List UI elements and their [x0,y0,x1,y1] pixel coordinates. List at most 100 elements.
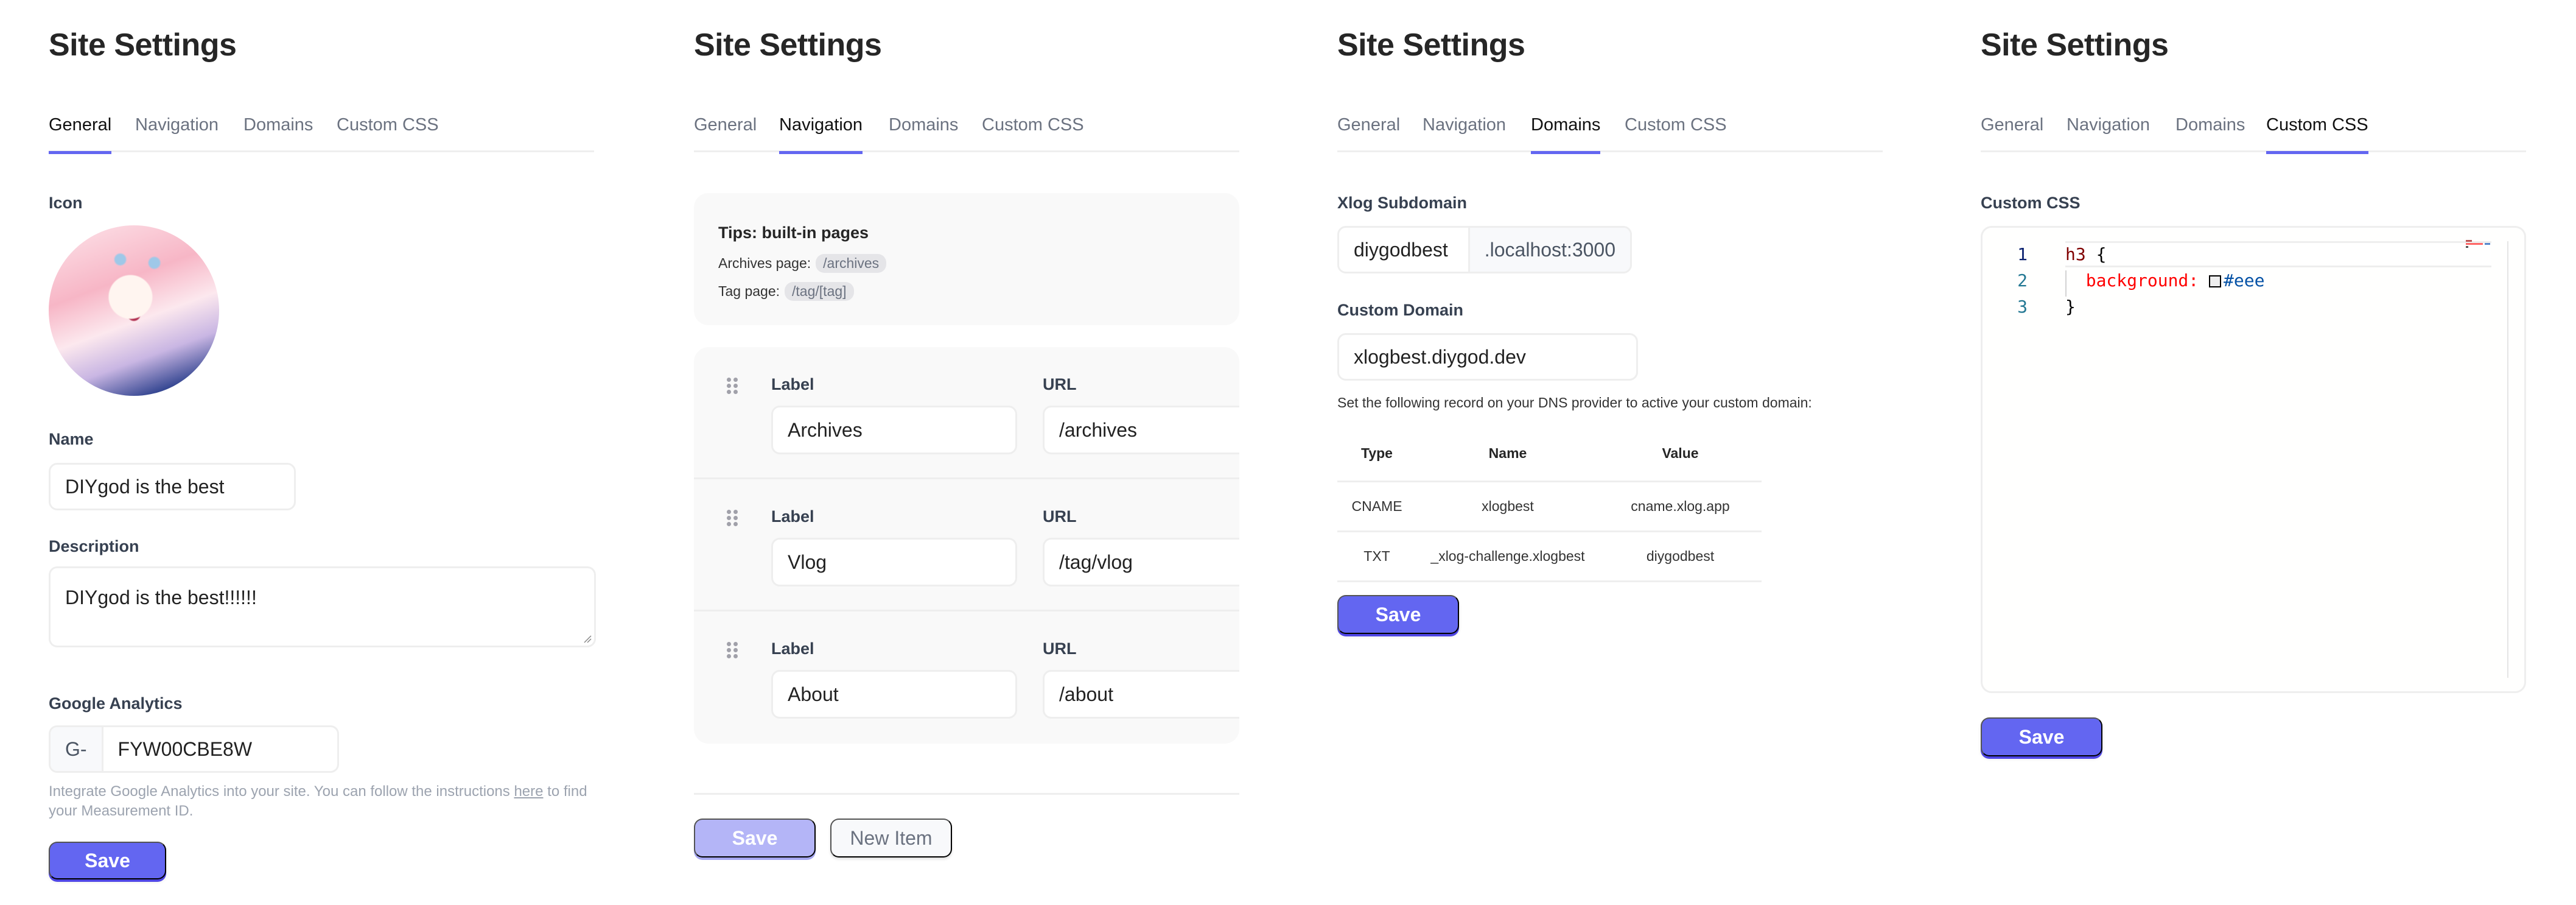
list-item: Label Vlog URL /tag/vlog [694,479,1239,611]
record-value: diygodbest [1599,531,1762,582]
editor-scrollbar[interactable] [2507,241,2524,678]
ga-instructions-link[interactable]: here [514,783,543,800]
tab-general[interactable]: General [49,110,112,154]
description-textarea[interactable]: DIYgod is the best!!!!!! [49,566,596,647]
ga-measurement-id-input[interactable]: FYW00CBE8W [103,727,267,771]
nav-url-input[interactable]: /tag/vlog [1043,538,1239,586]
css-value: #eee [2224,270,2265,291]
nav-url-input[interactable]: /about [1043,670,1239,719]
tab-navigation[interactable]: Navigation [1423,110,1506,152]
line-number: 1 [2017,244,2028,264]
page-title: Site Settings [1337,27,1525,63]
url-header: URL [1043,639,1077,658]
table-header-row: Type Name Value [1337,426,1762,482]
label-header: Label [771,375,814,393]
tab-navigation[interactable]: Navigation [135,110,219,152]
tab-custom-css[interactable]: Custom CSS [1625,110,1727,152]
css-code-editor[interactable]: 1 2 3 h3 { background: #eee } [1981,226,2526,693]
table-row: TXT _xlog-challenge.xlogbest diygodbest [1337,531,1762,582]
custom-domain-input[interactable]: xlogbest.diygod.dev [1337,333,1638,381]
tips-box: Tips: built-in pages Archives page: /arc… [694,193,1239,325]
save-button[interactable]: Save [1981,717,2102,756]
label-header: Label [771,639,814,658]
resize-grip-icon[interactable] [583,635,592,643]
settings-tabs: General Navigation Domains Custom CSS [694,110,1239,154]
icon-label: Icon [49,194,83,212]
ga-input-group: G- FYW00CBE8W [49,725,339,773]
url-header: URL [1043,375,1077,393]
tab-general[interactable]: General [1337,110,1400,152]
editor-minimap[interactable] [2466,240,2502,248]
url-header: URL [1043,507,1077,526]
tab-custom-css[interactable]: Custom CSS [337,110,439,152]
column-header-type: Type [1337,426,1416,482]
css-selector: h3 [2065,244,2086,264]
line-number: 3 [2017,297,2028,317]
line-numbers: 1 2 3 [1983,241,2049,320]
tab-custom-css[interactable]: Custom CSS [982,110,1084,152]
open-brace: { [2085,244,2107,264]
subdomain-input[interactable]: diygodbest [1339,228,1468,272]
tab-custom-css[interactable]: Custom CSS [2266,110,2368,154]
color-swatch-icon[interactable] [2209,275,2222,287]
settings-tabs: General Navigation Domains Custom CSS [1981,110,2526,154]
settings-tabs: General Navigation Domains Custom CSS [1337,110,1883,154]
record-type: TXT [1337,531,1416,582]
record-name: xlogbest [1416,481,1599,532]
settings-panel-custom-css: Site Settings General Navigation Domains… [1981,0,2526,905]
tab-navigation[interactable]: Navigation [779,110,863,154]
tab-domains[interactable]: Domains [1531,110,1601,154]
description-label: Description [49,537,139,555]
custom-css-label: Custom CSS [1981,194,2081,212]
divider [694,793,1239,795]
ga-help-text-start: Integrate Google Analytics into your sit… [49,783,514,800]
name-input[interactable]: DIYgod is the best [49,463,296,510]
subdomain-input-group: diygodbest .localhost:3000 [1337,226,1632,273]
save-button[interactable]: Save [49,842,166,879]
avatar[interactable] [49,225,219,396]
nav-label-input[interactable]: About [771,670,1017,719]
page-title: Site Settings [49,27,237,63]
settings-panel-general: Site Settings General Navigation Domains… [49,0,597,905]
code-line: } [2065,294,2431,320]
subdomain-suffix: .localhost:3000 [1468,228,1630,272]
save-button[interactable]: Save [694,819,816,857]
nav-url-input[interactable]: /archives [1043,406,1239,454]
ga-help-text: Integrate Google Analytics into your sit… [49,782,597,821]
tab-navigation[interactable]: Navigation [2067,110,2150,152]
record-type: CNAME [1337,481,1416,532]
tab-domains[interactable]: Domains [889,110,958,152]
navigation-items-list: Label Archives URL /archives Label Vlog … [694,347,1239,744]
page-title: Site Settings [694,27,882,63]
record-name: _xlog-challenge.xlogbest [1416,531,1599,582]
record-value: cname.xlog.app [1599,481,1762,532]
settings-tabs: General Navigation Domains Custom CSS [49,110,594,154]
tip-path: /archives [816,254,887,273]
custom-domain-label: Custom Domain [1337,301,1464,319]
drag-handle-icon[interactable] [727,642,738,659]
tab-general[interactable]: General [694,110,757,152]
drag-handle-icon[interactable] [727,510,738,527]
ga-prefix: G- [51,727,103,771]
tab-domains[interactable]: Domains [243,110,313,152]
tip-path: /tag/[tag] [785,282,854,301]
tip-tag: Tag page: /tag/[tag] [718,282,854,301]
save-button[interactable]: Save [1337,595,1459,634]
nav-label-input[interactable]: Archives [771,406,1017,454]
dns-description: Set the following record on your DNS pro… [1337,395,1812,410]
subdomain-label: Xlog Subdomain [1337,194,1467,212]
new-item-button[interactable]: New Item [830,819,952,857]
close-brace: } [2065,297,2076,317]
settings-panel-navigation: Site Settings General Navigation Domains… [694,0,1239,905]
tips-title: Tips: built-in pages [718,224,869,242]
nav-label-input[interactable]: Vlog [771,538,1017,586]
tip-label: Archives page: [718,255,811,271]
tab-general[interactable]: General [1981,110,2043,152]
column-header-name: Name [1416,426,1599,482]
drag-handle-icon[interactable] [727,378,738,395]
tab-domains[interactable]: Domains [2175,110,2245,152]
code-content[interactable]: h3 { background: #eee } [2065,241,2491,320]
column-header-value: Value [1599,426,1762,482]
line-number: 2 [2017,270,2028,291]
dns-records-table: Type Name Value CNAME xlogbest cname.xlo… [1337,426,1762,582]
